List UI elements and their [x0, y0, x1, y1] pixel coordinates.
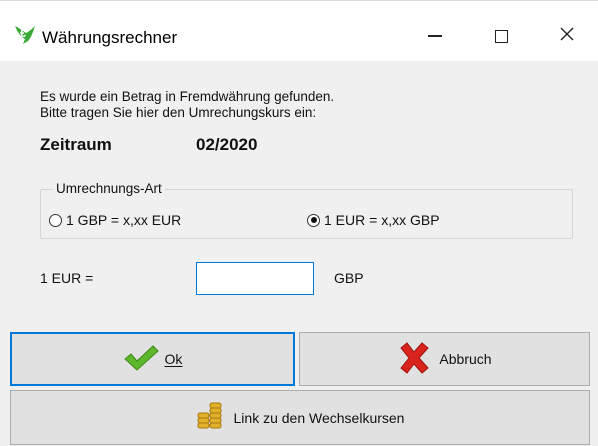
period-label: Zeitraum: [40, 135, 112, 154]
cancel-button-label: Abbruch: [439, 351, 492, 367]
cancel-button[interactable]: Abbruch: [299, 332, 590, 386]
close-button[interactable]: [536, 11, 598, 61]
info-line-2: Bitte tragen Sie hier den Umrechungskurs…: [40, 105, 317, 120]
coins-icon: [196, 399, 226, 436]
minimize-button[interactable]: [404, 11, 466, 61]
radio-gbp-to-eur[interactable]: 1 GBP = x,xx EUR: [49, 212, 181, 228]
cancel-x-icon: [397, 341, 431, 377]
svg-text:€: €: [20, 28, 26, 40]
ok-button-label: Ok: [164, 351, 183, 367]
period-value: 02/2020: [196, 135, 258, 154]
exchange-rates-link-label: Link zu den Wechselkursen: [233, 409, 405, 426]
radio-gbp-to-eur-label: 1 GBP = x,xx EUR: [66, 212, 182, 228]
maximize-button[interactable]: [470, 11, 532, 61]
currency-calculator-window: € Währungsrechner Es wurde ein Betrag in…: [0, 0, 598, 446]
exchange-rate-input[interactable]: [196, 262, 314, 295]
radio-eur-to-gbp-circle[interactable]: [307, 213, 320, 227]
euro-currency-icon: €: [12, 23, 38, 47]
radio-eur-to-gbp-label: 1 EUR = x,xx GBP: [324, 212, 440, 228]
exchange-rates-link-button[interactable]: Link zu den Wechselkursen: [10, 390, 590, 445]
rate-unit-label: GBP: [334, 270, 364, 286]
rate-label: 1 EUR =: [40, 270, 94, 286]
title-bar: € Währungsrechner: [0, 1, 598, 61]
window-title: Währungsrechner: [42, 28, 178, 47]
close-icon: [559, 26, 575, 47]
maximize-icon: [494, 29, 508, 43]
radio-eur-to-gbp[interactable]: 1 EUR = x,xx GBP: [307, 212, 440, 228]
conversion-type-legend: Umrechnungs-Art: [53, 181, 165, 196]
checkmark-icon: [123, 344, 159, 375]
radio-gbp-to-eur-circle[interactable]: [49, 213, 62, 227]
ok-button[interactable]: Ok: [10, 332, 295, 386]
minimize-icon: [428, 35, 442, 37]
info-text: Es wurde ein Betrag in Fremdwährung gefu…: [40, 89, 334, 121]
info-line-1: Es wurde ein Betrag in Fremdwährung gefu…: [40, 89, 335, 104]
